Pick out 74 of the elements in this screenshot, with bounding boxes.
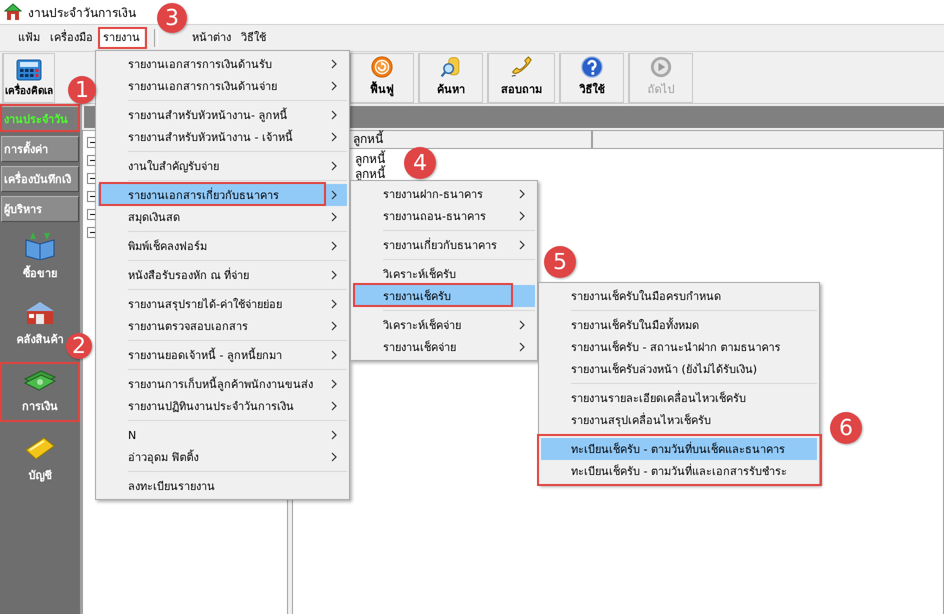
- chevron-icon: [331, 59, 337, 69]
- menu-item[interactable]: รายงานเช็ครับในมือครบกำหนด: [541, 285, 817, 307]
- sidebar-item[interactable]: ซื้อขาย: [21, 228, 59, 284]
- menu-item[interactable]: รายงานถอน-ธนาคาร: [353, 205, 535, 227]
- menu-item[interactable]: วิเคราะห์เช็ครับ: [353, 263, 535, 285]
- menu-item[interactable]: รายงานเช็ครับในมือทั้งหมด: [541, 314, 817, 336]
- chevron-icon: [519, 189, 525, 199]
- menu-item[interactable]: อ่าวอุดม ฟิตติ้ง: [98, 446, 347, 468]
- help-icon: [579, 56, 605, 78]
- chevron-icon: [331, 190, 337, 200]
- menu-item[interactable]: สมุดเงินสด: [98, 206, 347, 228]
- book-icon: [24, 230, 56, 260]
- menu-item[interactable]: รายงานเช็ครับ - สถานะนำฝาก ตามธนาคาร: [541, 336, 817, 358]
- menu-item[interactable]: รายงานเช็ครับล่วงหน้า (ยังไม่ได้รับเงิน): [541, 358, 817, 380]
- chevron-icon: [331, 321, 337, 331]
- chevron-icon: [331, 401, 337, 411]
- menu-item[interactable]: ทะเบียนเช็ครับ - ตามวันที่บนเช็คและธนาคาร: [541, 438, 817, 460]
- menu-item[interactable]: รายงานเช็ครับ: [353, 285, 535, 307]
- chevron-icon: [331, 212, 337, 222]
- window-title: งานประจำวันการเงิน: [28, 4, 136, 22]
- refresh-icon: [369, 56, 395, 78]
- menu-item[interactable]: รายงานสรุปรายได้-ค่าใช้จ่ายย่อย: [98, 293, 347, 315]
- play-icon: [648, 56, 674, 78]
- sidebar-item[interactable]: การเงิน: [20, 364, 60, 420]
- menu-item[interactable]: N: [98, 424, 347, 446]
- chevron-icon: [331, 299, 337, 309]
- chevron-icon: [331, 379, 337, 389]
- chevron-icon: [519, 240, 525, 250]
- menu-item[interactable]: รายงานรายละเอียดเคลื่อนไหวเช็ครับ: [541, 387, 817, 409]
- money-icon: [23, 369, 57, 393]
- table-cell: ลูกหนี้: [355, 152, 385, 166]
- chevron-icon: [331, 350, 337, 360]
- sidebar-item[interactable]: คลังสินค้า: [14, 296, 66, 352]
- menu-item[interactable]: รายงานเอกสารการเงินด้านรับ: [98, 53, 347, 75]
- menu-item[interactable]: รายงานเช็คจ่าย: [353, 336, 535, 358]
- chevron-icon: [331, 430, 337, 440]
- chevron-icon: [519, 320, 525, 330]
- menu-item[interactable]: หนังสือรับรองหัก ณ ที่จ่าย: [98, 264, 347, 286]
- menu-bar-item[interactable]: แฟ้ม: [14, 28, 44, 48]
- chevron-icon: [331, 110, 337, 120]
- calculator-icon: [16, 59, 42, 81]
- menu-bar-item[interactable]: เครื่องมือ: [46, 28, 97, 48]
- menu-item[interactable]: รายงานเอกสารเกี่ยวกับธนาคาร: [98, 184, 347, 206]
- menu-item[interactable]: ลงทะเบียนรายงาน: [98, 475, 347, 497]
- chevron-icon: [519, 342, 525, 352]
- toolbar-button[interactable]: เครื่องคิดเล: [4, 54, 54, 102]
- chevron-icon: [331, 452, 337, 462]
- highlight-frame: [98, 27, 147, 49]
- menu-item[interactable]: รายงานยอดเจ้าหนี้ - ลูกหนี้ยกมา: [98, 344, 347, 366]
- table-cell: ลูกหนี้: [355, 167, 385, 181]
- menu-item[interactable]: รายงานสรุปเคลื่อนไหวเช็ครับ: [541, 409, 817, 431]
- menu-item[interactable]: รายงานเอกสารการเงินด้านจ่าย: [98, 75, 347, 97]
- menu-item[interactable]: วิเคราะห์เช็คจ่าย: [353, 314, 535, 336]
- menu-item[interactable]: ทะเบียนเช็ครับ - ตามวันที่และเอกสารรับชำระ: [541, 460, 817, 482]
- chevron-icon: [331, 270, 337, 280]
- chevron-icon: [331, 241, 337, 251]
- chevron-icon: [331, 161, 337, 171]
- menu-item[interactable]: รายงานปฏิทินงานประจำวันการเงิน: [98, 395, 347, 417]
- menu-item[interactable]: รายงานเกี่ยวกับธนาคาร: [353, 234, 535, 256]
- wallet-icon: [24, 436, 56, 462]
- menu-item[interactable]: รายงานฝาก-ธนาคาร: [353, 183, 535, 205]
- menu-item[interactable]: งานใบสำคัญรับจ่าย: [98, 155, 347, 177]
- chevron-icon: [519, 211, 525, 221]
- warehouse-icon: [24, 300, 56, 326]
- chevron-icon: [331, 81, 337, 91]
- menu-item[interactable]: รายงานการเก็บหนี้ลูกค้าพนักงานขนส่ง: [98, 373, 347, 395]
- menu-bar-item[interactable]: วิธีใช้: [237, 28, 270, 48]
- step-badge: 1: [68, 76, 96, 104]
- house-icon: [4, 3, 22, 21]
- menu-item[interactable]: รายงานตรวจสอบเอกสาร: [98, 315, 347, 337]
- chevron-icon: [331, 132, 337, 142]
- menu-bar-item[interactable]: หน้าต่าง: [188, 28, 235, 48]
- menu-item[interactable]: พิมพ์เช็คลงฟอร์ม: [98, 235, 347, 257]
- sidebar-item[interactable]: บัญชี: [22, 432, 58, 488]
